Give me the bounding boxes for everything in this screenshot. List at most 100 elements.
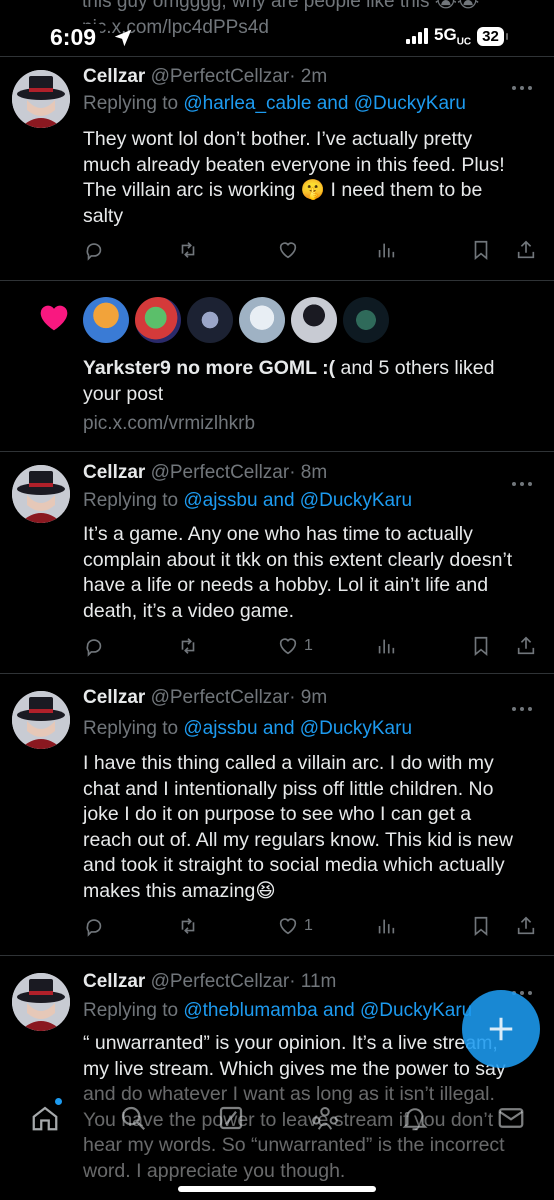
nav-notifications[interactable] [400,1103,430,1133]
more-options-icon[interactable] [512,982,536,995]
more-options-icon[interactable] [512,473,536,486]
like-icon [279,242,297,259]
reply-button[interactable] [83,633,105,659]
nav-search[interactable] [118,1103,148,1133]
avatar[interactable] [291,297,337,343]
share-icon [517,916,535,935]
avatar[interactable] [83,297,129,343]
reply-button[interactable] [83,237,105,263]
nav-home[interactable] [30,1103,60,1133]
bottom-navigation [0,1085,554,1200]
tweet-actions: 1 [83,913,543,939]
user-handle[interactable]: @PerfectCellzar [151,462,290,483]
previous-tweet-link[interactable]: pic.x.com/lpc4dPPs4d [82,17,269,39]
communities-icon [312,1107,338,1130]
tweet-time: · 2m [289,66,328,87]
avatar[interactable] [12,973,70,1031]
status-indicators: 5GUC 32 [402,25,508,48]
replying-to: Replying to @theblumamba and @DuckyKaru [83,1000,473,1021]
nav-communities[interactable] [310,1103,340,1133]
avatar-image [12,70,70,128]
share-icon [517,636,535,655]
tweet-header: Cellzar @PerfectCellzar· 8m [83,462,327,484]
retweet-icon [181,918,195,934]
more-options-icon[interactable] [512,698,536,711]
avatar[interactable] [135,297,181,343]
reply-mentions[interactable]: @harlea_cable and @DuckyKaru [183,93,466,114]
bookmark-button[interactable] [470,913,492,939]
nav-grok[interactable] [216,1103,246,1133]
tweet[interactable]: Cellzar @PerfectCellzar· 8m Replying to … [0,451,554,673]
compose-plus-icon [489,1017,513,1041]
display-name[interactable]: Cellzar [83,687,145,708]
reply-button[interactable] [83,913,105,939]
retweet-button[interactable] [177,237,199,263]
avatar[interactable] [187,297,233,343]
avatar[interactable] [12,465,70,523]
views-button[interactable] [375,237,397,263]
share-icon [517,240,535,259]
replying-to: Replying to @ajssbu and @DuckyKaru [83,718,413,739]
location-arrow-icon [114,29,132,47]
display-name[interactable]: Cellzar [83,66,145,87]
share-button[interactable] [515,633,537,659]
like-icon [279,638,297,655]
views-icon [378,919,395,934]
avatar[interactable] [12,691,70,749]
compose-button[interactable] [462,990,540,1068]
reply-mentions[interactable]: @theblumamba and @DuckyKaru [183,1000,472,1021]
messages-icon [498,1108,524,1128]
liker-avatars [83,297,389,343]
notifications-icon [402,1108,428,1131]
divider [0,280,554,281]
avatar[interactable] [239,297,285,343]
more-options-icon[interactable] [512,77,536,90]
tweet-time: · 11m [289,971,337,992]
user-handle[interactable]: @PerfectCellzar [151,971,290,992]
like-button[interactable]: 1 [277,913,313,939]
tweet-text: They wont lol don’t bother. I’ve actuall… [83,128,505,227]
retweet-button[interactable] [177,633,199,659]
status-time: 6:09 [50,24,101,51]
views-button[interactable] [375,913,397,939]
reply-icon [86,639,102,657]
search-icon [121,1106,146,1131]
nav-messages[interactable] [496,1103,526,1133]
user-handle[interactable]: @PerfectCellzar [151,687,290,708]
tweet-actions: 1 [83,633,543,659]
share-button[interactable] [515,913,537,939]
home-icon [32,1106,58,1131]
display-name[interactable]: Cellzar [83,462,145,483]
tweet-time: · 9m [289,687,328,708]
retweet-icon [181,638,195,654]
views-icon [378,243,395,258]
home-unread-dot [55,1098,62,1105]
user-handle[interactable]: @PerfectCellzar [151,66,290,87]
bookmark-icon [474,636,488,657]
bookmark-button[interactable] [470,633,492,659]
share-button[interactable] [515,237,537,263]
avatar[interactable] [12,70,70,128]
avatar[interactable] [343,297,389,343]
display-name[interactable]: Cellzar [83,971,145,992]
bookmark-button[interactable] [470,237,492,263]
avatar-image [12,973,70,1031]
reply-mentions[interactable]: @ajssbu and @DuckyKaru [183,490,412,511]
like-button[interactable]: 1 [277,633,313,659]
reply-mentions[interactable]: @ajssbu and @DuckyKaru [183,718,412,739]
heart-icon [40,305,68,331]
tweet-text: It’s a game. Any one who has time to act… [83,523,513,622]
views-icon [378,639,395,654]
grok-icon [219,1106,243,1130]
liker-name[interactable]: Yarkster9 no more GOML :( [83,357,335,379]
retweet-button[interactable] [177,913,199,939]
views-button[interactable] [375,633,397,659]
tweet[interactable]: Cellzar @PerfectCellzar· 9m Replying to … [0,673,554,955]
tweet-header: Cellzar @PerfectCellzar· 9m [83,687,327,709]
notification-text: Yarkster9 no more GOML :( and 5 others l… [83,357,495,405]
like-icon [279,918,297,935]
like-button[interactable] [277,237,304,263]
battery-icon: 32 [477,26,508,46]
home-indicator[interactable] [178,1186,376,1192]
notification-post-link[interactable]: pic.x.com/vrmizlhkrb [83,413,255,435]
